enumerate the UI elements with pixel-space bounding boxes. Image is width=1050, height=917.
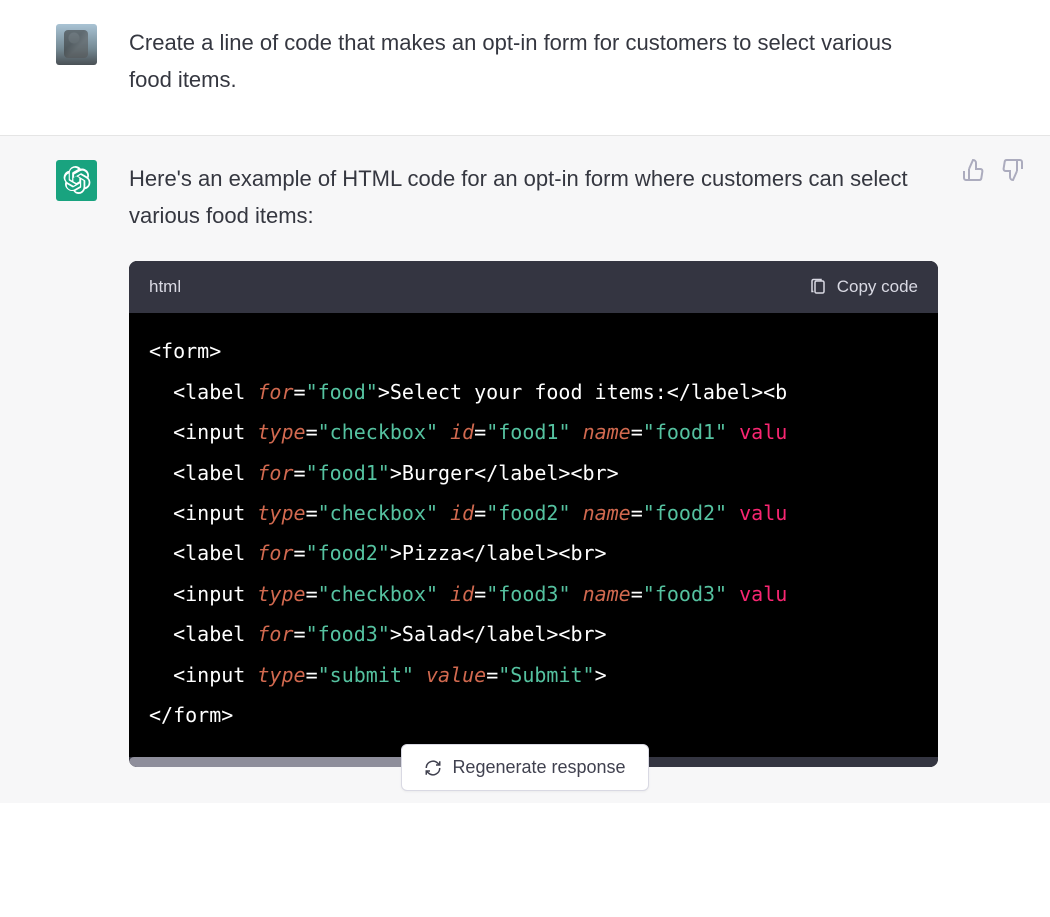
copy-code-label: Copy code bbox=[837, 273, 918, 302]
code-header: html Copy code bbox=[129, 261, 938, 314]
thumbs-down-button[interactable] bbox=[1000, 158, 1024, 182]
user-text: Create a line of code that makes an opt-… bbox=[129, 24, 1010, 99]
user-avatar bbox=[56, 24, 97, 65]
thumbs-up-button[interactable] bbox=[962, 158, 986, 182]
clipboard-icon bbox=[809, 278, 827, 296]
thumbs-down-icon bbox=[1000, 158, 1024, 182]
code-block: html Copy code <form> <label for="food">… bbox=[129, 261, 938, 768]
feedback-buttons bbox=[962, 158, 1024, 182]
assistant-avatar bbox=[56, 160, 97, 201]
openai-icon bbox=[63, 166, 91, 194]
user-message: Create a line of code that makes an opt-… bbox=[0, 0, 1050, 135]
assistant-content: Here's an example of HTML code for an op… bbox=[129, 160, 1010, 768]
regenerate-button[interactable]: Regenerate response bbox=[401, 744, 648, 791]
assistant-message: Here's an example of HTML code for an op… bbox=[0, 135, 1050, 804]
copy-code-button[interactable]: Copy code bbox=[809, 273, 918, 302]
thumbs-up-icon bbox=[962, 158, 986, 182]
assistant-intro: Here's an example of HTML code for an op… bbox=[129, 160, 938, 235]
code-language: html bbox=[149, 273, 181, 302]
regenerate-label: Regenerate response bbox=[452, 757, 625, 778]
refresh-icon bbox=[424, 759, 442, 777]
code-content[interactable]: <form> <label for="food">Select your foo… bbox=[129, 313, 938, 757]
